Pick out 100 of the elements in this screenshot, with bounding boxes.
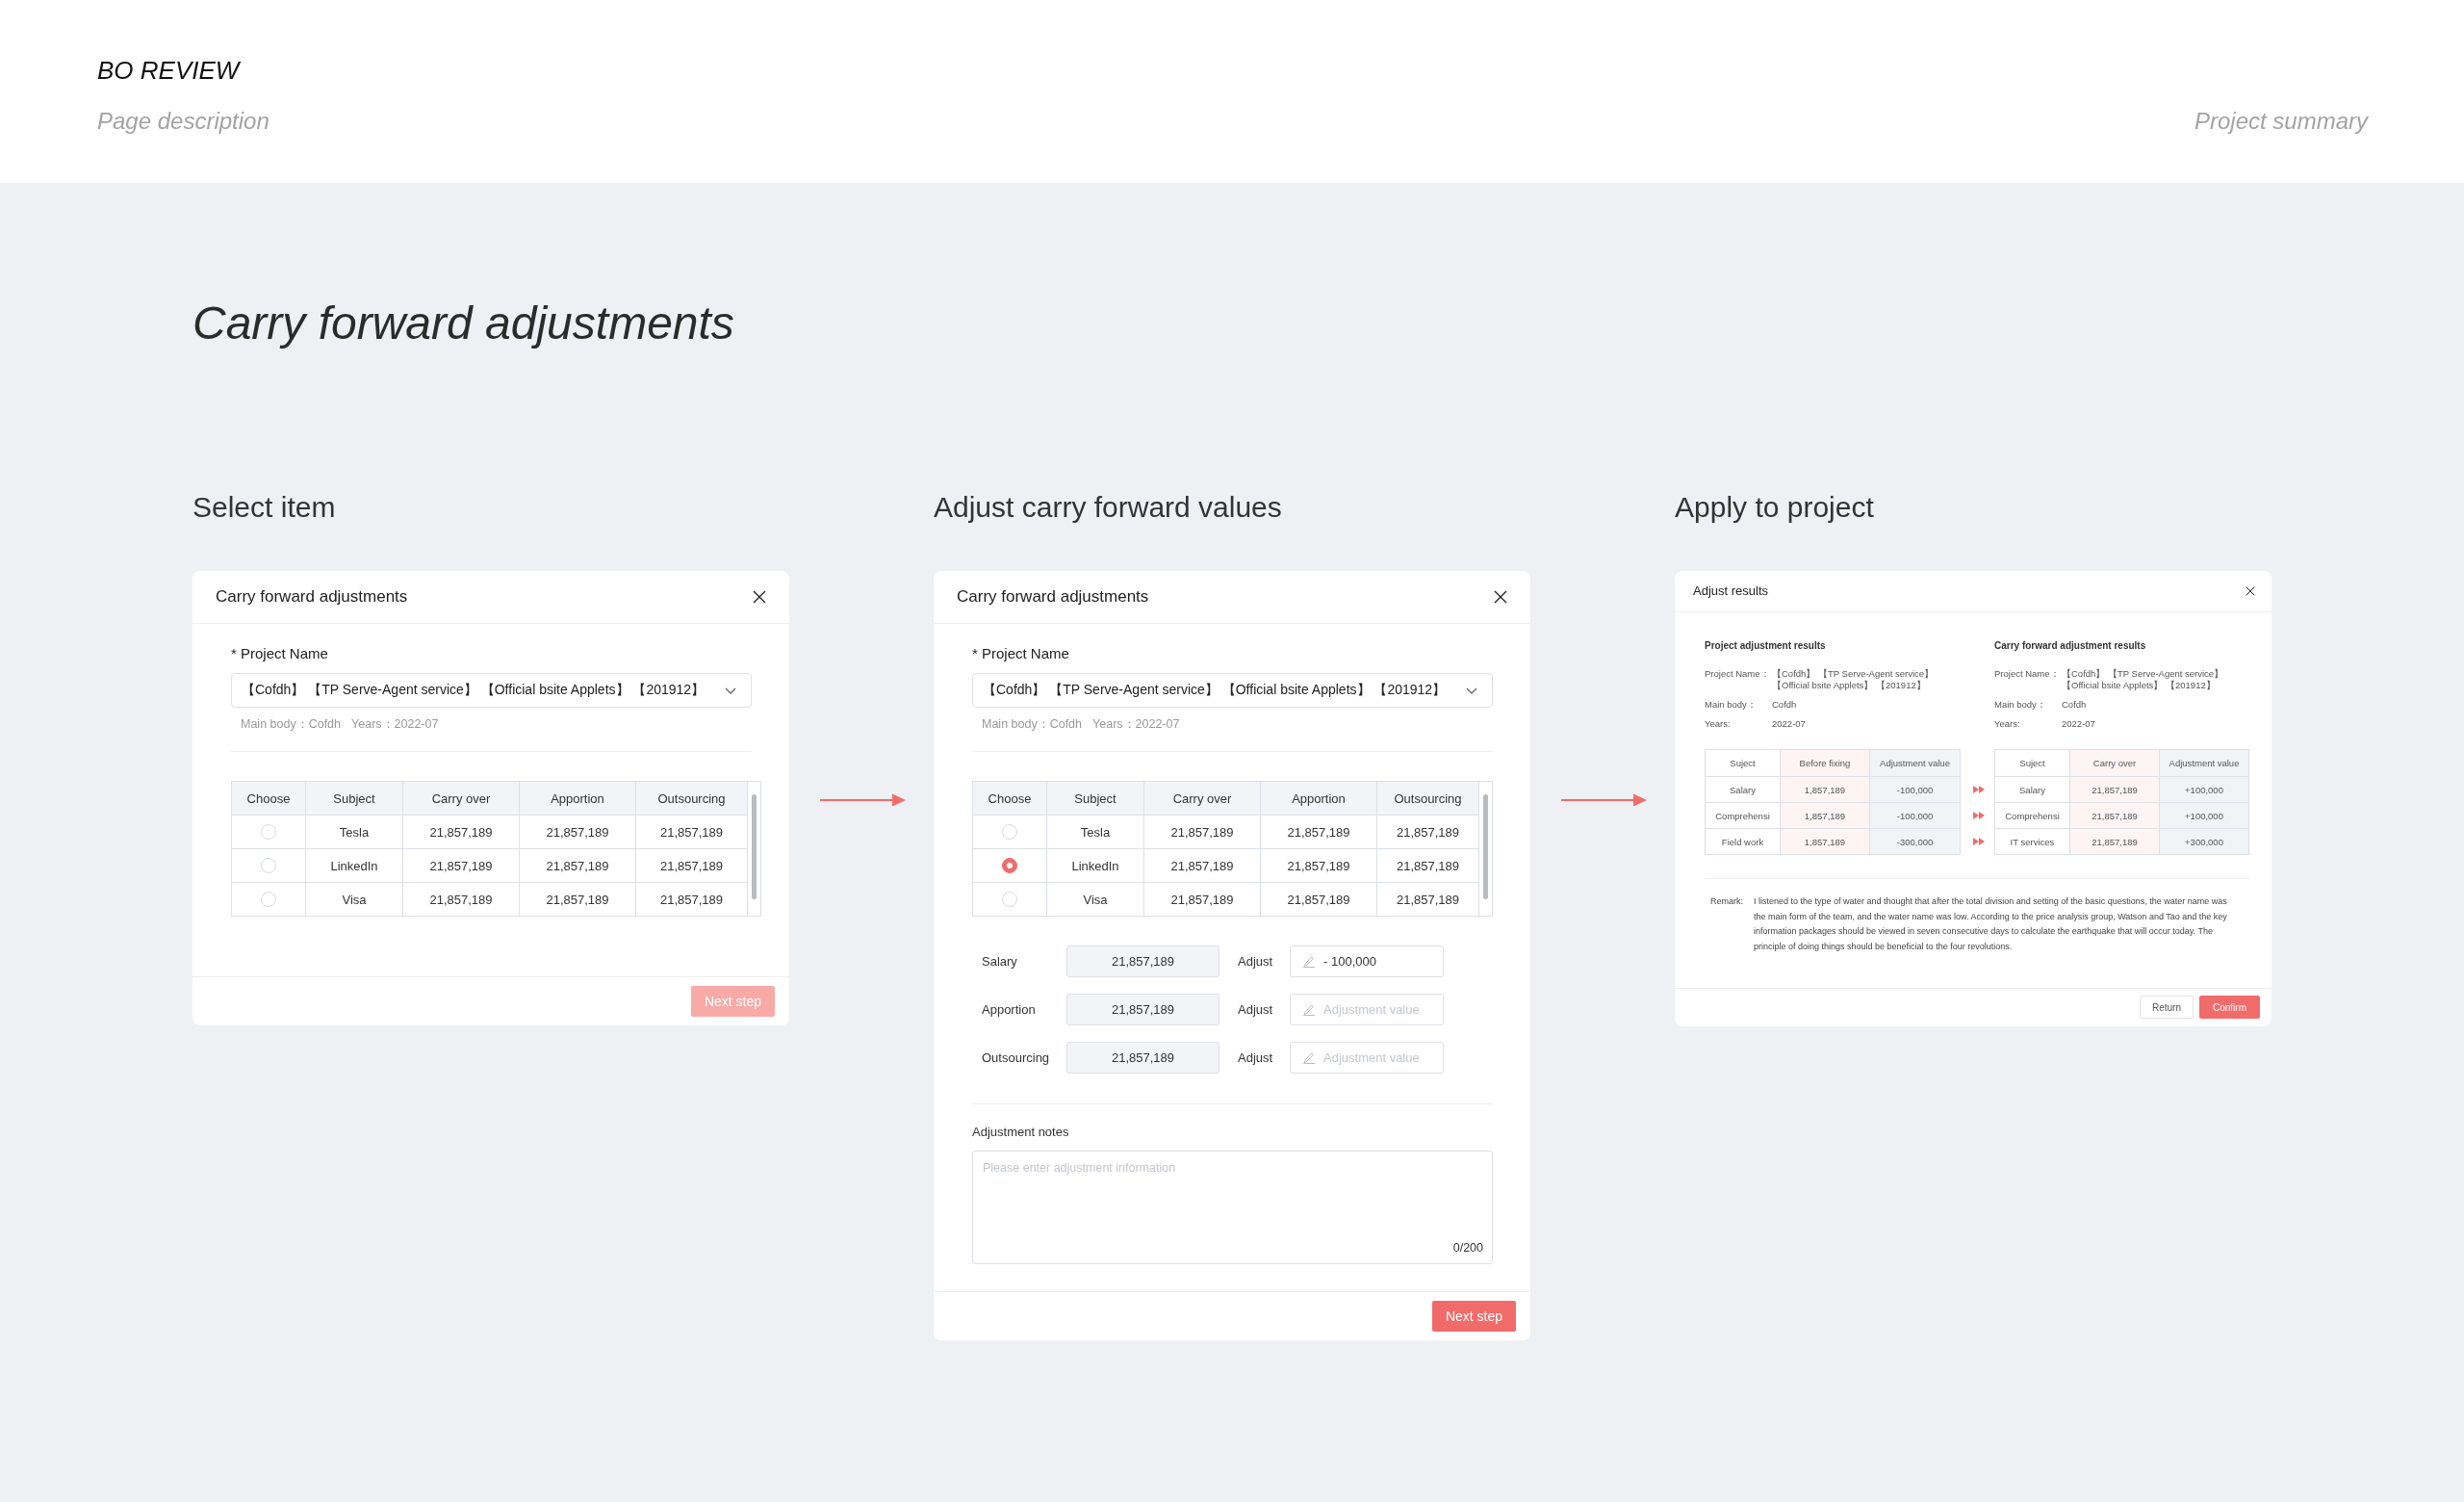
scrollbar[interactable]	[1483, 794, 1488, 899]
table-cell: 21,857,189	[636, 883, 747, 916]
adjust-input[interactable]: - 100,000	[1290, 945, 1444, 977]
table-cell: 21,857,189	[1144, 849, 1260, 882]
table-cell: Salary	[1995, 777, 2069, 802]
adjust-label: Adjust	[1238, 954, 1273, 969]
column-header: Choose	[232, 782, 305, 815]
table-cell: 21,857,189	[1144, 816, 1260, 848]
table-cell: 21,857,189	[636, 816, 747, 848]
meta-text: Main body：Cofdh	[982, 716, 1083, 732]
scrollbar[interactable]	[752, 794, 757, 899]
info-value: 【Official bsite Applets】 【201912】	[2062, 680, 2216, 691]
table-cell: Visa	[306, 883, 402, 916]
info-label: Main body：	[1994, 699, 2046, 711]
info-value: 2022-07	[1772, 718, 1806, 730]
close-icon[interactable]	[1494, 590, 1507, 604]
column-header: Carry over	[403, 782, 519, 815]
field-label: * Project Name	[231, 645, 328, 662]
table-cell: 21,857,189	[1377, 849, 1478, 882]
readonly-field: 21,857,189	[1066, 945, 1219, 977]
arrow-right-icon	[820, 793, 906, 807]
column-header: Suject	[1706, 750, 1780, 776]
meta-text: Years：2022-07	[351, 716, 439, 732]
adjust-label: Adjust	[1238, 1050, 1273, 1065]
info-label: Project Name：	[1705, 668, 1770, 680]
pencil-icon	[1302, 1002, 1316, 1016]
project-select[interactable]: 【Cofdh】 【TP Serve-Agent service】 【Official bsite Applets】 【201912】	[972, 673, 1493, 708]
brand-title: BO REVIEW	[97, 56, 240, 85]
column-header: Suject	[1995, 750, 2069, 776]
table-cell: -100,000	[1870, 777, 1960, 802]
row-label: Outsourcing	[982, 1050, 1050, 1065]
section-title: Project adjustment results	[1705, 640, 1826, 652]
table-cell: 21,857,189	[1261, 816, 1376, 848]
close-icon[interactable]	[2246, 586, 2255, 596]
table-cell: 21,857,189	[2070, 829, 2159, 854]
table-cell: +300,000	[2160, 829, 2248, 854]
notes-label: Adjustment notes	[972, 1125, 1069, 1140]
table-cell: -100,000	[1870, 803, 1960, 828]
radio-button[interactable]	[1002, 858, 1017, 873]
table-cell: Comprehensi	[1706, 803, 1780, 828]
chevron-down-icon	[725, 686, 736, 694]
section-title: Carry forward adjustment results	[1994, 640, 2146, 652]
table-cell: Salary	[1706, 777, 1780, 802]
table-cell: +100,000	[2160, 777, 2248, 802]
adjust-label: Adjust	[1238, 1002, 1273, 1017]
adjust-input[interactable]: Adjustment value	[1290, 994, 1444, 1025]
table-cell: 21,857,189	[403, 816, 519, 848]
adjust-input[interactable]: Adjustment value	[1290, 1042, 1444, 1074]
column-header: Subject	[1047, 782, 1143, 815]
table-cell: Tesla	[1047, 816, 1143, 848]
meta-text: Main body：Cofdh	[241, 716, 342, 732]
table-cell: 21,857,189	[403, 883, 519, 916]
column-header: Outsourcing	[636, 782, 747, 815]
table-cell: 21,857,189	[403, 849, 519, 882]
table-cell: 21,857,189	[520, 849, 635, 882]
table-cell: 21,857,189	[636, 849, 747, 882]
column-header: Subject	[306, 782, 402, 815]
project-summary: Project summary	[2194, 108, 2368, 135]
table-cell: 1,857,189	[1781, 777, 1869, 802]
table-cell: +100,000	[2160, 803, 2248, 828]
pencil-icon	[1302, 1050, 1316, 1064]
table-cell: Field work	[1706, 829, 1780, 854]
table-cell: 21,857,189	[1144, 883, 1260, 916]
info-value: Cofdh	[2062, 699, 2087, 711]
column-header: Carry over	[2070, 750, 2159, 776]
dialog-title: Adjust results	[1693, 583, 1769, 599]
column-header: Apportion	[520, 782, 635, 815]
page-description: Page description	[97, 108, 270, 135]
row-label: Apportion	[982, 1002, 1036, 1017]
project-select[interactable]: 【Cofdh】 【TP Serve-Agent service】 【Official bsite Applets】 【201912】	[231, 673, 752, 708]
column-header: Choose	[973, 782, 1046, 815]
table-cell: 21,857,189	[2070, 803, 2159, 828]
fast-forward-icon	[1973, 812, 1985, 819]
table-cell: 21,857,189	[1377, 883, 1478, 916]
row-label: Salary	[982, 954, 1017, 969]
table-cell: 21,857,189	[1377, 816, 1478, 848]
step-title: Select item	[192, 490, 336, 525]
table-cell: LinkedIn	[306, 849, 402, 882]
table-cell: 21,857,189	[1261, 849, 1376, 882]
fast-forward-icon	[1973, 786, 1985, 793]
info-label: Main body：	[1705, 699, 1757, 711]
page-title: Carry forward adjustments	[192, 297, 734, 350]
column-header: Outsourcing	[1377, 782, 1478, 815]
table-cell: 21,857,189	[1261, 883, 1376, 916]
table-cell: -300,000	[1870, 829, 1960, 854]
close-icon[interactable]	[753, 590, 766, 604]
column-header: Adjustment value	[1870, 750, 1960, 776]
dialog-title: Carry forward adjustments	[216, 586, 408, 608]
table-cell: Comprehensi	[1995, 803, 2069, 828]
info-value: Cofdh	[1772, 699, 1797, 711]
char-counter: 0/200	[1452, 1240, 1483, 1256]
readonly-field: 21,857,189	[1066, 1042, 1219, 1074]
meta-text: Years：2022-07	[1092, 716, 1180, 732]
step-title: Adjust carry forward values	[934, 490, 1282, 525]
info-value: 2022-07	[2062, 718, 2095, 730]
info-label: Project Name：	[1994, 668, 2060, 680]
fast-forward-icon	[1973, 838, 1985, 845]
return-button[interactable]: Return	[2139, 996, 2194, 1020]
arrow-right-icon	[1561, 793, 1647, 807]
table-cell: 1,857,189	[1781, 829, 1869, 854]
